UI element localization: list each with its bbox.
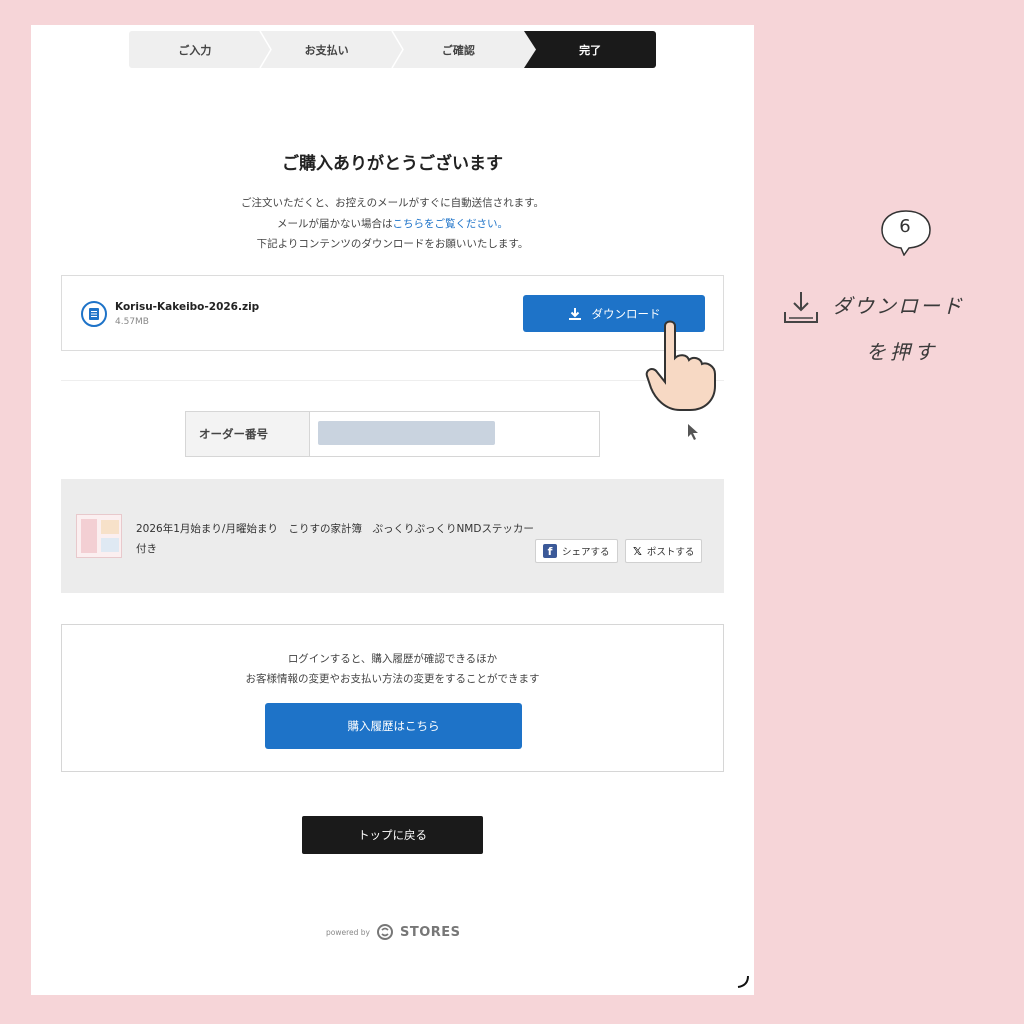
order-number-table: オーダー番号 [185, 411, 600, 457]
step-complete: 完了 [524, 31, 656, 68]
step-number: 6 [899, 216, 911, 237]
annotation-line-2: を押す [866, 340, 938, 364]
x-post-button[interactable]: 𝕏 ポストする [625, 539, 703, 563]
step-separator [259, 31, 272, 68]
resize-corner-icon [737, 975, 749, 988]
purchase-history-button[interactable]: 購入履歴はこちら [265, 703, 522, 749]
page-title: ご購入ありがとうございます [282, 154, 503, 174]
login-text-2: お客様情報の変更やお支払い方法の変更をすることができます [245, 673, 540, 685]
order-number-label: オーダー番号 [186, 412, 310, 456]
pointing-hand-icon [645, 320, 716, 411]
download-icon [568, 307, 581, 320]
product-thumbnail [76, 514, 122, 558]
divider [61, 380, 724, 381]
powered-by-footer: powered by STORES [326, 924, 461, 940]
step-payment: お支払い [260, 31, 404, 68]
product-share-panel: 2026年1月始まり/月曜始まり こりすの家計簿 ぷっくりぷっくりNMDステッカ… [61, 479, 724, 593]
facebook-icon: f [543, 544, 557, 558]
facebook-share-label: シェアする [562, 547, 610, 558]
back-to-top-button[interactable]: トップに戻る [302, 816, 483, 854]
login-text-1: ログインすると、購入履歴が確認できるほか [287, 653, 498, 665]
lead-line-2: メールが届かない場合はこちらをご覧ください。 [277, 218, 509, 230]
mouse-cursor-icon [688, 424, 698, 440]
file-size: 4.57MB [115, 317, 149, 327]
stores-logo-icon [376, 924, 393, 940]
lead-line-1: ご注文いただくと、お控えのメールがすぐに自動送信されます。 [240, 197, 545, 209]
step-confirm: ご確認 [392, 31, 525, 68]
x-post-label: ポストする [646, 547, 695, 558]
download-hint-icon [784, 292, 818, 323]
stores-brand: STORES [399, 924, 461, 940]
x-icon: 𝕏 [633, 544, 642, 558]
file-name: Korisu-Kakeibo-2026.zip [115, 301, 260, 313]
checkout-stepper: ご入力 お支払い ご確認 完了 [129, 31, 656, 68]
redacted-order-number [318, 421, 495, 445]
download-box: Korisu-Kakeibo-2026.zip 4.57MB ダウンロード [61, 275, 724, 351]
step-separator [524, 31, 537, 68]
mail-help-link[interactable]: こちらをご覧ください。 [393, 218, 509, 230]
facebook-share-button[interactable]: f シェアする [535, 539, 618, 563]
step-separator [390, 31, 404, 68]
annotation-line-1: ダウンロード [832, 294, 964, 318]
product-name: 2026年1月始まり/月曜始まり こりすの家計簿 ぷっくりぷっくりNMDステッカ… [136, 523, 534, 555]
order-number-value [310, 412, 599, 456]
step-input: ご入力 [129, 31, 272, 68]
lead-line-3: 下記よりコンテンツのダウンロードをお願いいたします。 [256, 238, 529, 250]
powered-by-text: powered by [326, 927, 370, 937]
file-icon [81, 301, 107, 327]
login-box: ログインすると、購入履歴が確認できるほか お客様情報の変更やお支払い方法の変更を… [61, 624, 724, 772]
